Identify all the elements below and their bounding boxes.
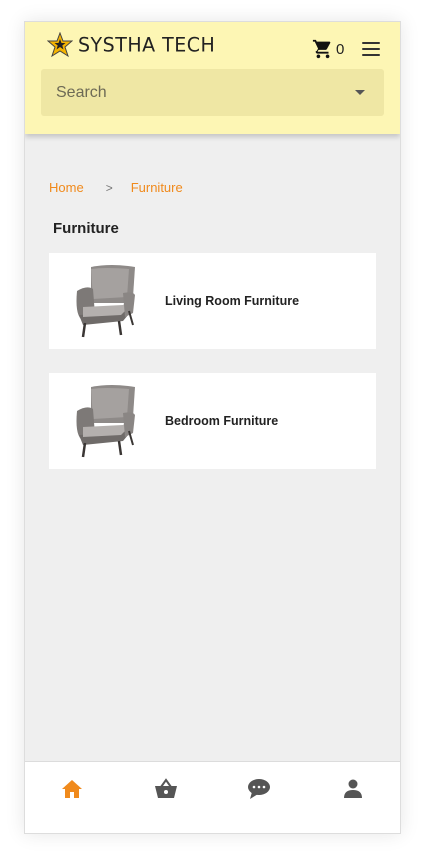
nav-shop[interactable] [154, 778, 178, 800]
star-logo-icon [47, 32, 73, 58]
hamburger-menu-icon[interactable] [362, 42, 380, 56]
cart-button[interactable]: 0 [312, 38, 344, 60]
category-label: Bedroom Furniture [165, 414, 279, 428]
logo-text: SYSTHA TECH [78, 33, 216, 57]
basket-icon [155, 778, 177, 798]
search-select[interactable] [41, 69, 384, 116]
dropdown-arrow-icon[interactable] [355, 90, 365, 95]
breadcrumb-home[interactable]: Home [49, 180, 84, 195]
category-card-bedroom[interactable]: Bedroom Furniture [49, 373, 376, 469]
breadcrumb: Home > Furniture [49, 180, 183, 195]
home-icon [62, 780, 82, 798]
user-icon [344, 779, 362, 798]
nav-chat[interactable] [247, 778, 271, 800]
armchair-image [76, 265, 135, 338]
breadcrumb-separator-icon: > [105, 180, 113, 195]
nav-home[interactable] [60, 778, 84, 800]
nav-account[interactable] [341, 778, 365, 800]
armchair-image [76, 385, 135, 458]
category-label: Living Room Furniture [165, 294, 300, 308]
page-title: Furniture [53, 220, 119, 237]
breadcrumb-current[interactable]: Furniture [131, 180, 183, 195]
chat-icon [248, 779, 270, 799]
cart-count: 0 [336, 40, 345, 58]
logo[interactable]: SYSTHA TECH [47, 32, 215, 58]
app-header: SYSTHA TECH 0 [25, 22, 400, 134]
cart-icon [312, 39, 331, 59]
bottom-nav [25, 761, 400, 833]
category-card-living-room[interactable]: Living Room Furniture [49, 253, 376, 349]
search-input[interactable] [54, 82, 338, 103]
app-frame: SYSTHA TECH 0 Home > Furniture Furniture [24, 21, 401, 834]
